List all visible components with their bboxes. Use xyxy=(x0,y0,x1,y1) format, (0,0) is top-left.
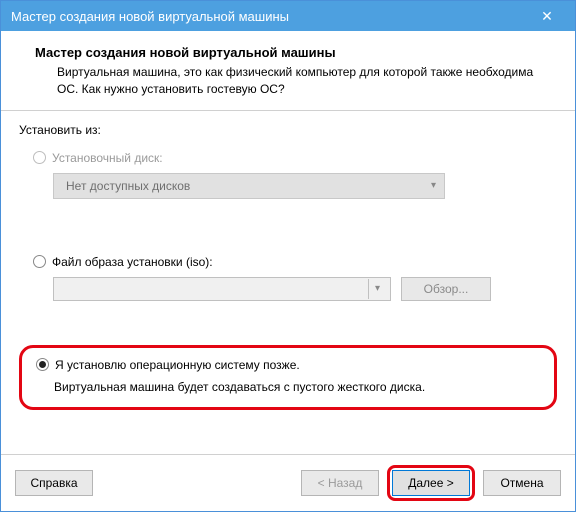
option-iso-file[interactable]: Файл образа установки (iso): xyxy=(19,255,557,269)
option-installer-disc-label: Установочный диск: xyxy=(52,151,163,165)
back-button[interactable]: < Назад xyxy=(301,470,379,496)
wizard-body: Установить из: Установочный диск: Нет до… xyxy=(1,111,575,454)
close-icon: ✕ xyxy=(541,8,553,25)
header-title: Мастер создания новой виртуальной машины xyxy=(35,45,555,60)
disc-dropdown[interactable]: Нет доступных дисков ▾ xyxy=(53,173,445,199)
back-button-label: < Назад xyxy=(318,476,363,490)
wizard-header: Мастер создания новой виртуальной машины… xyxy=(1,31,575,111)
chevron-down-icon[interactable]: ▾ xyxy=(368,279,386,299)
option-install-later-subtext: Виртуальная машина будет создаваться с п… xyxy=(34,380,542,396)
radio-icon xyxy=(33,255,46,268)
titlebar: Мастер создания новой виртуальной машины… xyxy=(1,1,575,31)
header-description: Виртуальная машина, это как физический к… xyxy=(35,64,555,98)
option-iso-file-label: Файл образа установки (iso): xyxy=(52,255,213,269)
option-installer-disc[interactable]: Установочный диск: xyxy=(19,151,557,165)
window-title: Мастер создания новой виртуальной машины xyxy=(11,9,527,24)
cancel-button[interactable]: Отмена xyxy=(483,470,561,496)
highlight-option-later: Я установлю операционную систему позже. … xyxy=(19,345,557,411)
iso-path-input[interactable]: ▾ xyxy=(53,277,391,301)
highlight-next-button: Далее > xyxy=(387,465,475,501)
browse-button-label: Обзор... xyxy=(424,282,469,296)
wizard-window: Мастер создания новой виртуальной машины… xyxy=(0,0,576,512)
radio-icon xyxy=(36,358,49,371)
next-button[interactable]: Далее > xyxy=(392,470,470,496)
radio-icon xyxy=(33,151,46,164)
cancel-button-label: Отмена xyxy=(500,476,543,490)
next-button-label: Далее > xyxy=(408,476,454,490)
iso-row: ▾ Обзор... xyxy=(19,277,557,301)
install-from-label: Установить из: xyxy=(19,123,557,137)
option-install-later[interactable]: Я установлю операционную систему позже. xyxy=(34,358,542,372)
disc-dropdown-value: Нет доступных дисков xyxy=(66,179,190,193)
wizard-footer: Справка < Назад Далее > Отмена xyxy=(1,454,575,511)
disc-dropdown-wrap: Нет доступных дисков ▾ xyxy=(19,173,557,199)
help-button[interactable]: Справка xyxy=(15,470,93,496)
close-button[interactable]: ✕ xyxy=(527,1,567,31)
browse-button[interactable]: Обзор... xyxy=(401,277,491,301)
option-install-later-label: Я установлю операционную систему позже. xyxy=(55,358,300,372)
chevron-down-icon: ▾ xyxy=(431,180,436,191)
help-button-label: Справка xyxy=(30,476,77,490)
